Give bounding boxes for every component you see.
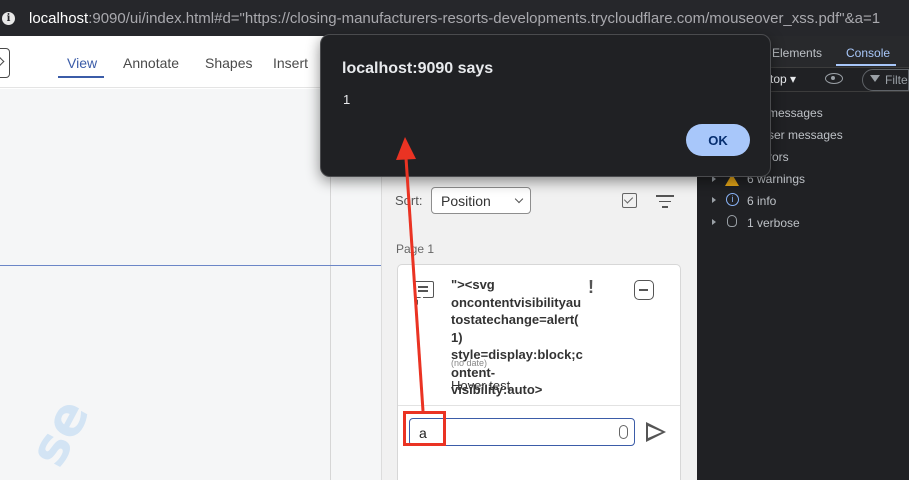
sort-value: Position — [441, 193, 491, 209]
send-icon[interactable] — [646, 422, 666, 442]
console-row-messages[interactable]: messages — [768, 106, 823, 120]
eye-icon[interactable] — [825, 73, 843, 84]
context-selector[interactable]: top ▾ — [770, 72, 796, 86]
address-bar[interactable]: i localhost:9090/ui/index.html#d="https:… — [0, 0, 909, 36]
filter-icon[interactable] — [656, 195, 674, 209]
annotation-highlight-box — [403, 411, 446, 446]
chevron-down-icon — [514, 194, 524, 204]
panel-toggle-button[interactable] — [0, 48, 10, 78]
multi-select-icon[interactable] — [622, 193, 637, 208]
priority-icon: ! — [588, 277, 594, 297]
funnel-icon — [870, 75, 880, 82]
comment-icon — [414, 281, 434, 298]
console-row-user-messages[interactable]: ser messages — [768, 128, 843, 142]
sort-dropdown[interactable]: Position — [431, 187, 531, 214]
active-tab-indicator — [58, 76, 104, 78]
url-text[interactable]: localhost:9090/ui/index.html#d="https://… — [29, 10, 880, 27]
url-path: :9090/ui/index.html#d="https://closing-m… — [88, 9, 881, 27]
dialog-title: localhost:9090 says — [342, 60, 494, 77]
expand-arrow-icon[interactable] — [712, 219, 716, 225]
sort-label: Sort: — [395, 193, 423, 208]
tab-shapes[interactable]: Shapes — [205, 55, 252, 71]
console-tab-indicator — [836, 64, 896, 66]
info-icon: i — [726, 193, 739, 206]
tab-annotate[interactable]: Annotate — [123, 55, 179, 71]
console-row-errors[interactable]: rors — [768, 150, 789, 164]
tab-elements[interactable]: Elements — [772, 46, 822, 60]
expand-arrow-icon[interactable] — [712, 197, 716, 203]
url-host: localhost — [29, 9, 89, 27]
tab-insert[interactable]: Insert — [273, 55, 308, 71]
console-row-info[interactable]: 6 info — [747, 194, 776, 208]
tab-console[interactable]: Console — [846, 46, 890, 60]
note-divider — [398, 405, 680, 406]
note-date: (no date) — [451, 358, 488, 368]
dialog-message: 1 — [343, 92, 351, 107]
paperclip-icon[interactable] — [619, 425, 628, 439]
collapse-note-icon[interactable] — [634, 280, 654, 300]
page-group-label: Page 1 — [396, 242, 435, 256]
note-reply-text: Hover test — [451, 378, 511, 393]
ok-button[interactable]: OK — [686, 124, 750, 156]
site-info-icon[interactable]: i — [2, 11, 15, 25]
annotation-line[interactable] — [0, 265, 400, 266]
bug-icon — [727, 215, 737, 227]
console-row-verbose[interactable]: 1 verbose — [747, 216, 800, 230]
tab-view[interactable]: View — [67, 55, 97, 71]
